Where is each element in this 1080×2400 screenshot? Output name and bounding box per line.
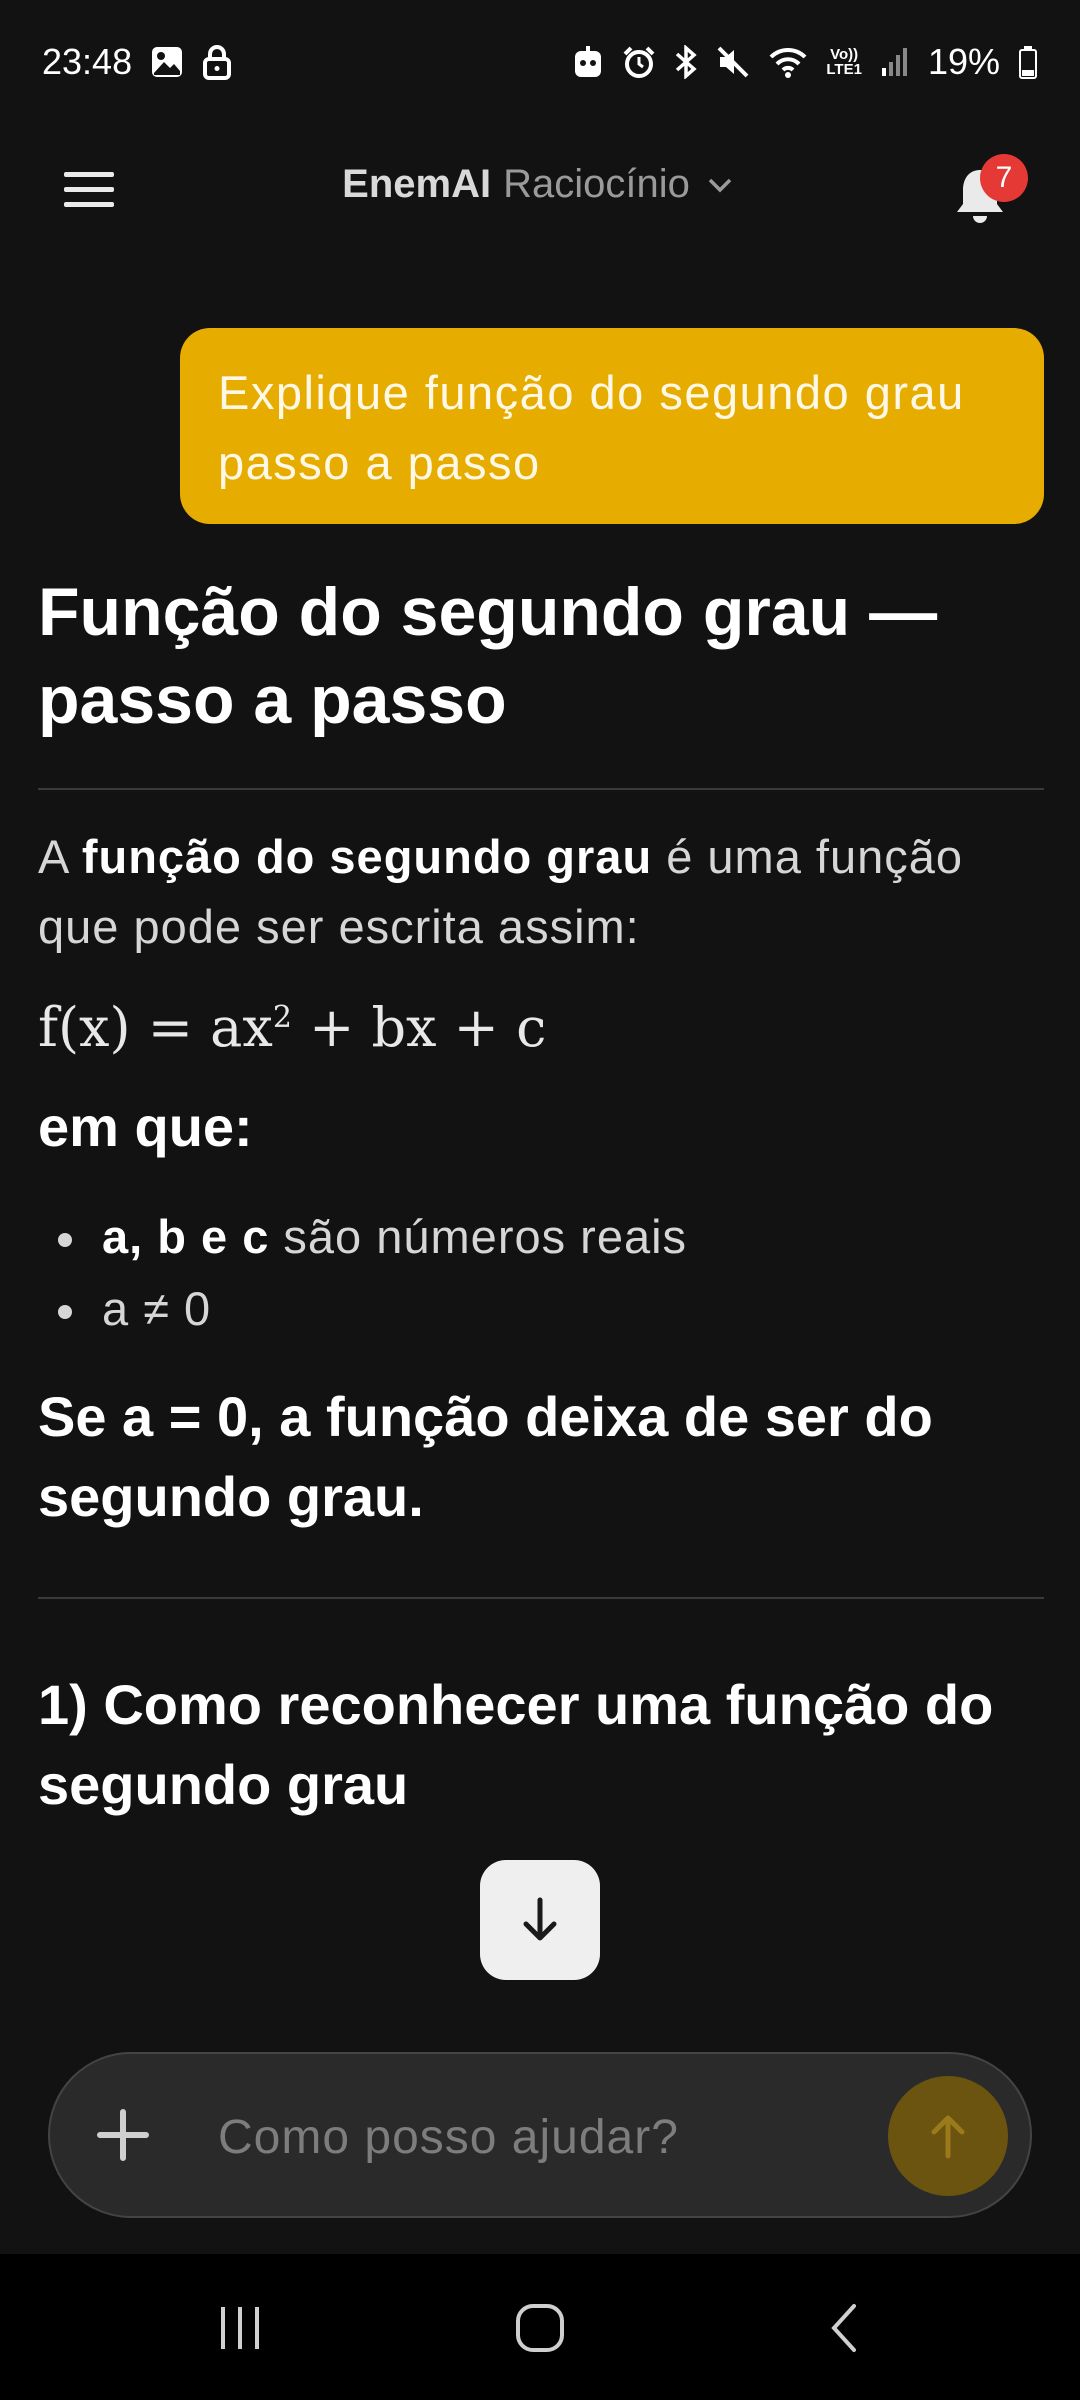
list-item: a, b e c são números reais	[38, 1201, 1044, 1273]
formula-rhs: + bx + c	[291, 996, 547, 1059]
section-1-title: 1) Como reconhecer uma função do segundo…	[38, 1673, 994, 1816]
where-heading: em que:	[38, 1095, 253, 1158]
model-selector[interactable]: EnemAI Raciocínio	[0, 162, 1080, 207]
back-button[interactable]	[805, 2298, 885, 2358]
divider	[38, 1597, 1044, 1599]
lock-icon	[202, 44, 232, 80]
list-item-text: são números reais	[269, 1210, 688, 1263]
attach-button[interactable]	[90, 2102, 156, 2168]
user-message-text: Explique função do segundo grau passo a …	[218, 366, 965, 489]
scroll-to-bottom-button[interactable]	[480, 1860, 600, 1980]
divider	[38, 788, 1044, 790]
app-header: EnemAI Raciocínio 7	[0, 124, 1080, 256]
notification-badge: 7	[980, 154, 1028, 202]
answer-title: Função do segundo grau — passo a passo	[38, 574, 938, 738]
intro-prefix: A	[38, 830, 82, 883]
message-input[interactable]	[216, 2094, 900, 2180]
gallery-icon	[150, 45, 184, 79]
list-item: a ≠ 0	[38, 1273, 1044, 1345]
back-icon	[831, 2304, 856, 2352]
robot-icon	[572, 45, 604, 79]
alarm-icon	[622, 45, 656, 79]
intro-bold: função do segundo grau	[81, 830, 653, 883]
note-heading: Se a = 0, a função deixa de ser do segun…	[38, 1385, 933, 1528]
battery-percent: 19%	[927, 41, 1000, 82]
battery-icon	[1018, 45, 1038, 79]
user-message-bubble: Explique função do segundo grau passo a …	[180, 328, 1044, 524]
plus-icon	[97, 2109, 149, 2161]
volte-label: Vo))	[830, 46, 859, 63]
formula: f(x) = ax2 + bx + c	[38, 996, 1044, 1059]
status-right: Vo)) LTE1 19%	[572, 41, 1038, 83]
intro-paragraph: A função do segundo grau é uma função qu…	[38, 822, 1044, 962]
formula-exponent: 2	[272, 1000, 292, 1035]
notifications-button[interactable]: 7	[950, 154, 1028, 240]
signal-icon	[880, 46, 910, 78]
recents-button[interactable]	[200, 2298, 280, 2358]
brand-name: EnemAI	[342, 162, 492, 206]
mute-icon	[716, 45, 750, 79]
home-button[interactable]	[500, 2298, 580, 2358]
home-icon	[516, 2304, 564, 2352]
wifi-icon	[768, 45, 808, 79]
recents-icon	[221, 2307, 259, 2349]
formula-lhs: f(x) = ax	[38, 996, 273, 1059]
bluetooth-icon	[674, 45, 698, 79]
status-bar: 23:48 Vo)) LTE1 19%	[0, 0, 1080, 124]
chevron-down-icon	[708, 178, 732, 192]
arrow-up-icon	[931, 2115, 965, 2159]
conditions-list: a, b e c são números reais a ≠ 0	[38, 1201, 1044, 1345]
send-button[interactable]	[888, 2076, 1008, 2196]
volte-indicator: Vo)) LTE1	[826, 47, 862, 77]
status-time: 23:48	[42, 41, 133, 82]
model-name: Raciocínio	[503, 162, 690, 206]
list-item-bold: a, b e c	[102, 1210, 270, 1263]
assistant-answer: Função do segundo grau — passo a passo A…	[38, 568, 1044, 1825]
list-item-text: a ≠ 0	[102, 1282, 212, 1335]
lte-label: LTE1	[826, 61, 862, 78]
arrow-down-icon	[523, 1897, 557, 1941]
status-left: 23:48	[42, 41, 232, 83]
system-nav-bar	[0, 2254, 1080, 2400]
composer	[48, 2052, 1032, 2218]
